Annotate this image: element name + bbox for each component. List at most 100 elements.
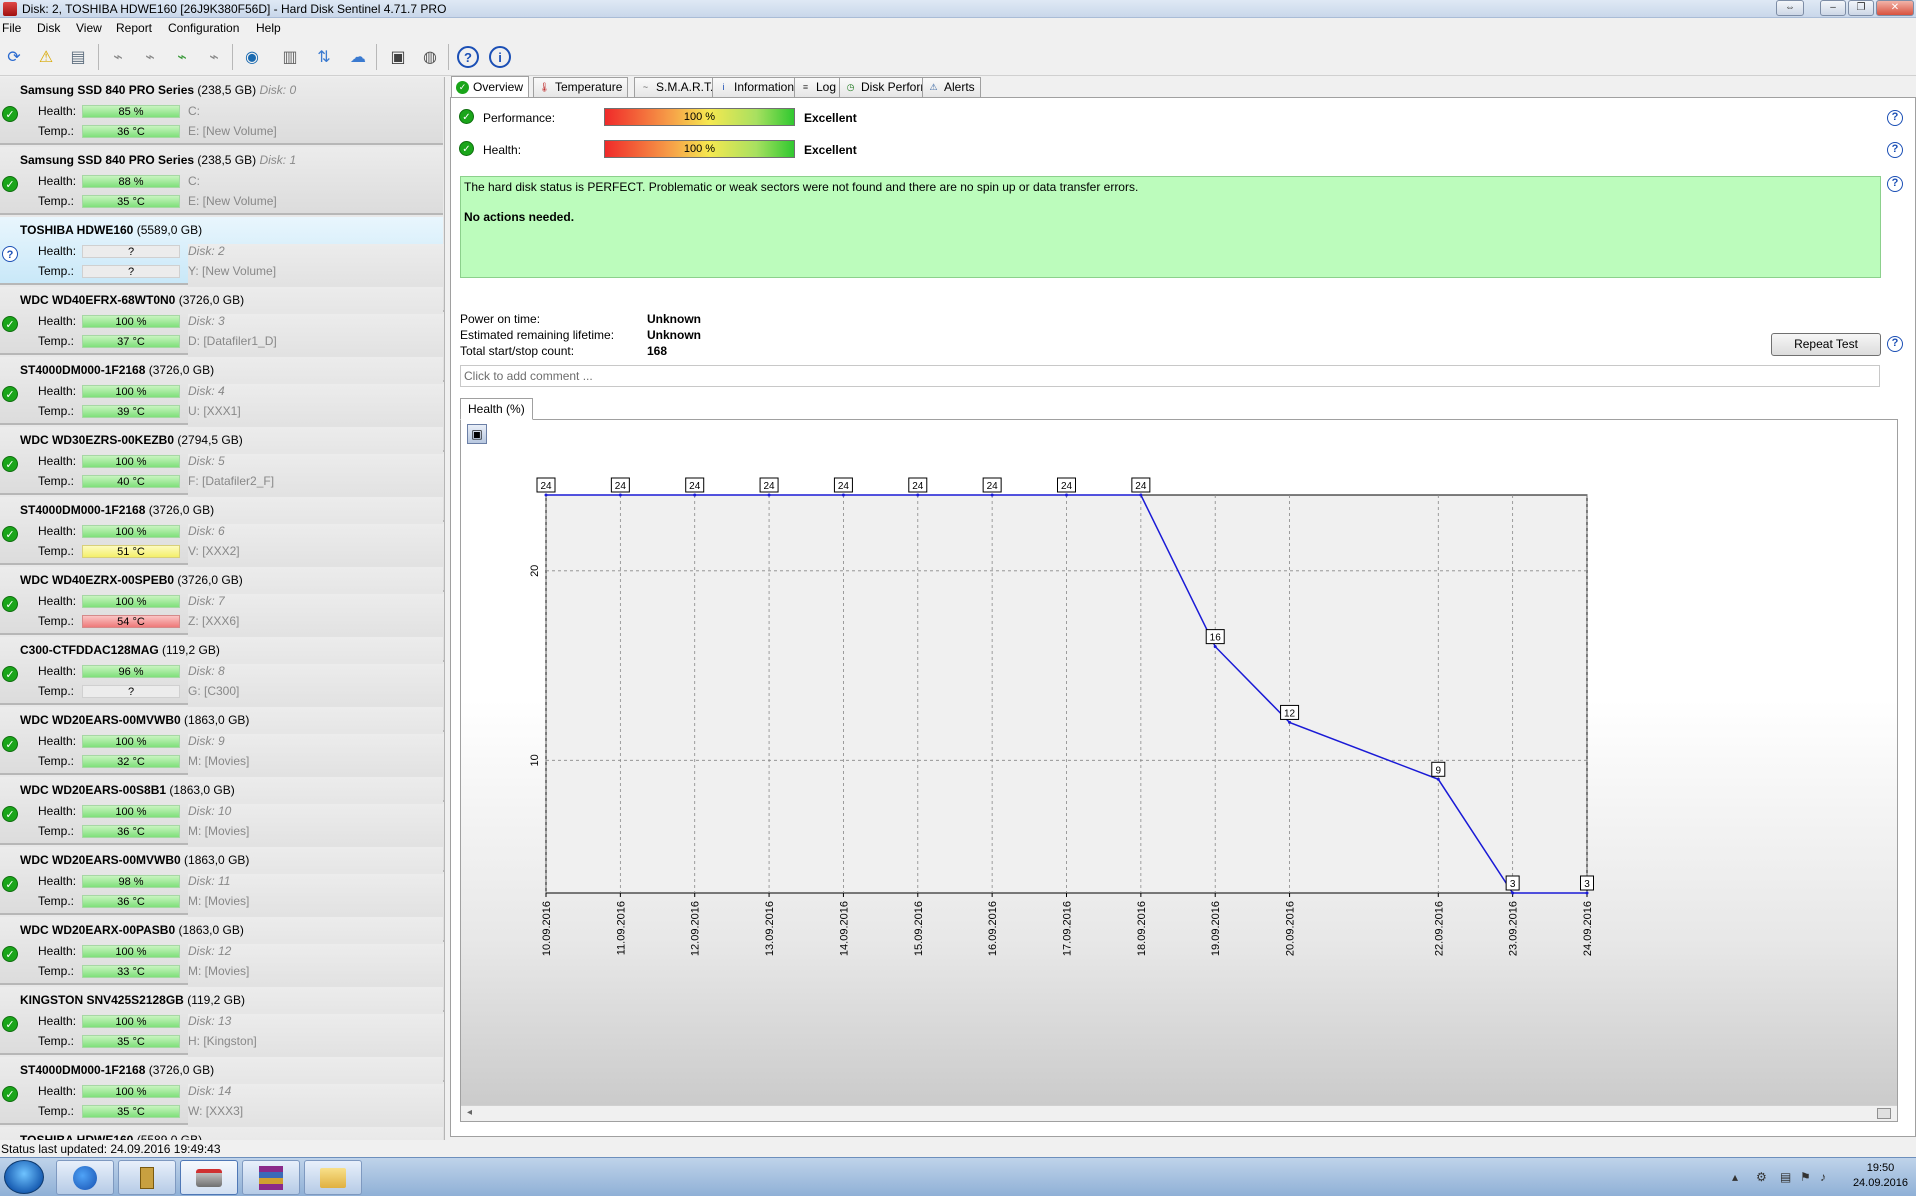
disk-list-item[interactable]: C300-CTFDDAC128MAG (119,2 GB) ✓ Health: 96… — [0, 637, 444, 732]
network-disk-icon[interactable]: ⌁ — [105, 44, 131, 70]
explorer-icon[interactable] — [304, 1160, 362, 1195]
ok-status-icon: ✓ — [2, 596, 18, 612]
disk-info-icon[interactable]: ▤ — [65, 44, 91, 70]
disk-list-item[interactable]: WDC WD40EFRX-68WT0N0 (3726,0 GB) ✓ Health… — [0, 287, 444, 382]
speaker-icon[interactable]: ◍ — [417, 44, 443, 70]
disk-list-item[interactable]: TOSHIBA HDWE160 (5589,0 GB) ? Health:? Dis… — [0, 217, 444, 312]
health-label: Health: — [38, 104, 77, 118]
disk-list-item[interactable]: Samsung SSD 840 PRO Series (238,5 GB) Di… — [0, 77, 443, 145]
disk-list-item[interactable]: TOSHIBA HDWE160 (5589,0 GB) ✓Health:Temp… — [0, 1127, 443, 1140]
temp-label: Temp.: — [38, 964, 75, 978]
data-label: 24 — [1135, 481, 1147, 492]
menu-disk[interactable]: Disk — [37, 21, 60, 35]
disk-title: C300-CTFDDAC128MAG (119,2 GB) — [20, 643, 220, 657]
maximize-button[interactable]: ❐ — [1848, 0, 1874, 16]
scroll-thumb[interactable] — [1877, 1108, 1891, 1119]
tab-information[interactable]: i Information — [712, 77, 801, 97]
health-bar: 100 % — [82, 525, 180, 538]
tab-s-m-a-r-t[interactable]: ~ S.M.A.R.T. — [634, 77, 720, 97]
disk-list-item[interactable]: WDC WD20EARX-00PASB0 (1863,0 GB) ✓ Health… — [0, 917, 444, 1012]
help-icon[interactable]: ? — [1887, 142, 1903, 158]
disk-name: WDC WD20EARS-00MVWB0 — [20, 713, 181, 727]
health-chart-area: ▣ 10 20 10.09.2016 11.09.2016 12.09.2016 13.0… — [460, 419, 1898, 1122]
disk-list-item[interactable]: WDC WD20EARS-00S8B1 (1863,0 GB) ✓ Health:… — [0, 777, 444, 872]
disk-list-item[interactable]: Samsung SSD 840 PRO Series (238,5 GB) Di… — [0, 147, 443, 215]
sync-icon[interactable]: ⇅ — [311, 44, 337, 70]
taskbar-clock[interactable]: 19:50 24.09.2016 — [1853, 1161, 1908, 1191]
status-action-text: No actions needed. — [464, 210, 575, 224]
tray-disk-icon[interactable]: ▤ — [1780, 1170, 1791, 1184]
help-icon[interactable]: ? — [1887, 110, 1903, 126]
tray-network-icon[interactable]: ⚙ — [1756, 1170, 1767, 1184]
performance-rating: Excellent — [804, 111, 857, 125]
tab-temperature[interactable]: 🌡 Temperature — [533, 77, 629, 97]
temp-label: Temp.: — [38, 614, 75, 628]
globe-icon[interactable]: ◉ — [239, 44, 265, 70]
start-button[interactable] — [4, 1160, 44, 1194]
horizontal-scrollbar[interactable]: ◂ — [461, 1105, 1897, 1121]
firefox-icon[interactable] — [56, 1160, 114, 1195]
disk-list-item[interactable]: WDC WD20EARS-00MVWB0 (1863,0 GB) ✓ Health… — [0, 847, 444, 942]
disk-list-item[interactable]: KINGSTON SNV425S2128GB (119,2 GB) ✓ Healt… — [0, 987, 444, 1082]
tab-health-chart[interactable]: Health (%) — [460, 398, 533, 420]
health-label: Health: — [38, 944, 77, 958]
help-icon[interactable]: ? — [1887, 336, 1903, 352]
restore-icon[interactable]: ⇔ — [1776, 0, 1804, 16]
menu-configuration[interactable]: Configuration — [168, 21, 239, 35]
disk-list-item[interactable]: ST4000DM000-1F2168 (3726,0 GB) ✓ Health: 1… — [0, 357, 444, 452]
health-bar: 100 % — [82, 805, 180, 818]
help-icon[interactable]: ? — [1887, 176, 1903, 192]
status-bar: Status last updated: 24.09.2016 19:49:43 — [0, 1141, 1916, 1157]
report-icon[interactable]: ▥ — [277, 44, 303, 70]
menu-report[interactable]: Report — [116, 21, 152, 35]
smart-icon: ~ — [642, 82, 649, 92]
minimize-button[interactable]: – — [1820, 0, 1846, 16]
tab-alerts[interactable]: ⚠ Alerts — [922, 77, 981, 97]
disk-app-icon[interactable] — [180, 1160, 238, 1195]
disk-list-item[interactable]: WDC WD30EZRS-00KEZB0 (2794,5 GB) ✓ Health… — [0, 427, 444, 522]
tray-volume-icon[interactable]: ♪ — [1820, 1170, 1826, 1184]
warning-icon[interactable]: ⚠ — [33, 44, 59, 70]
close-button[interactable]: ✕ — [1876, 0, 1914, 16]
hdsentinel-icon[interactable] — [118, 1160, 176, 1195]
disk-list-item[interactable]: ST4000DM000-1F2168 (3726,0 GB) ✓ Health: 1… — [0, 497, 444, 592]
health-label: Health: — [38, 804, 77, 818]
ok-status-icon: ✓ — [2, 1016, 18, 1032]
disk-list-item[interactable]: WDC WD20EARS-00MVWB0 (1863,0 GB) ✓ Health… — [0, 707, 444, 802]
network-share-icon[interactable]: ☁ — [345, 44, 371, 70]
network-disk-check-icon[interactable]: ⌁ — [169, 44, 195, 70]
menu-file[interactable]: File — [2, 21, 21, 35]
ok-status-icon: ✓ — [2, 876, 18, 892]
scroll-left-icon[interactable]: ◂ — [467, 1107, 472, 1118]
disk-name: TOSHIBA HDWE160 — [20, 223, 134, 237]
x-tick-label: 16.09.2016 — [987, 901, 999, 956]
disk-list-item[interactable]: WDC WD40EZRX-00SPEB0 (3726,0 GB) ✓ Health… — [0, 567, 444, 662]
details-panel: ✓ Overview 🌡 Temperature ~ S.M.A.R.T. i Informa… — [450, 76, 1916, 1140]
health-bar: 96 % — [82, 665, 180, 678]
menu-bar: File Disk View Report Configuration Help — [0, 18, 1916, 38]
tab-overview[interactable]: ✓ Overview — [451, 76, 530, 98]
monitor-icon[interactable]: ▣ — [385, 44, 411, 70]
disk-info-1: C: — [188, 104, 200, 118]
toolbar-separator — [376, 44, 377, 70]
disk-name: C300-CTFDDAC128MAG — [20, 643, 159, 657]
repeat-test-button[interactable]: Repeat Test — [1771, 333, 1881, 356]
menu-view[interactable]: View — [76, 21, 102, 35]
data-label: 16 — [1210, 633, 1222, 644]
health-label: Health: — [38, 1014, 77, 1028]
disk-title: TOSHIBA HDWE160 (5589,0 GB) — [20, 1133, 202, 1140]
temp-label: Temp.: — [38, 334, 75, 348]
info-icon[interactable]: i — [489, 46, 511, 68]
network-disk-remove-icon[interactable]: ⌁ — [201, 44, 227, 70]
tray-flag-icon[interactable]: ⚑ — [1800, 1170, 1811, 1184]
refresh-icon[interactable]: ⟳ — [1, 44, 27, 70]
tray-arrow-icon[interactable]: ▴ — [1732, 1170, 1738, 1184]
comment-input[interactable]: Click to add comment ... — [460, 365, 1880, 387]
disk-list-item[interactable]: ST4000DM000-1F2168 (3726,0 GB) ✓ Health: 1… — [0, 1057, 444, 1140]
temp-label: Temp.: — [38, 824, 75, 838]
help-icon[interactable]: ? — [457, 46, 479, 68]
menu-help[interactable]: Help — [256, 21, 281, 35]
network-disk-add-icon[interactable]: ⌁ — [137, 44, 163, 70]
tab-log[interactable]: ≡ Log — [794, 77, 843, 97]
winrar-icon[interactable] — [242, 1160, 300, 1195]
